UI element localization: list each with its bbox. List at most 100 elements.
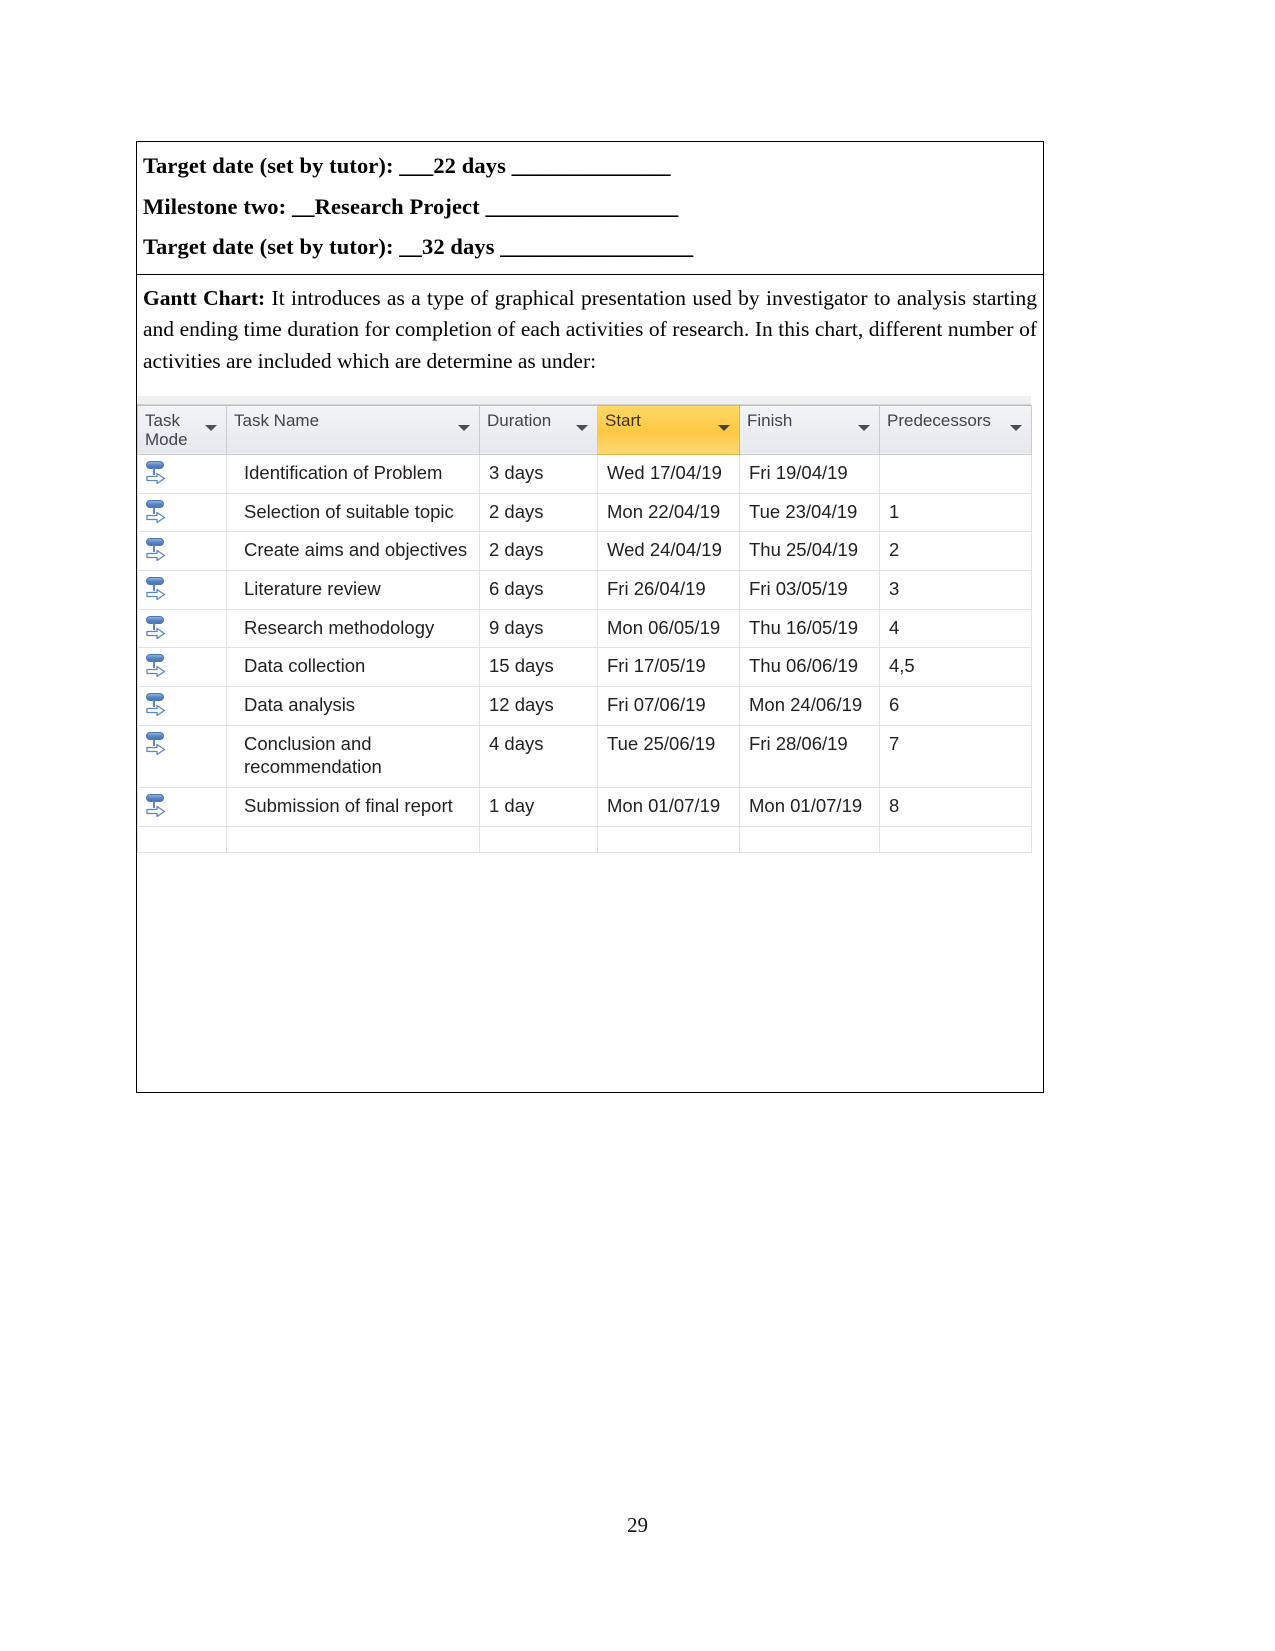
cell-finish[interactable]: Fri 28/06/19 xyxy=(739,725,880,789)
column-header-predecessors[interactable]: Predecessors xyxy=(879,404,1032,456)
table-row[interactable]: Research methodology 9 days Mon 06/05/19 Th… xyxy=(137,609,1032,649)
cell-task-name[interactable]: Literature review xyxy=(226,570,480,610)
cell-finish-text: Thu 25/04/19 xyxy=(749,539,859,561)
cell-task-mode[interactable] xyxy=(137,454,227,494)
cell-start[interactable]: Wed 24/04/19 xyxy=(597,531,740,572)
cell-finish[interactable]: Fri 19/04/19 xyxy=(739,454,880,494)
cell-task-name[interactable]: Identification of Problem xyxy=(226,454,480,494)
table-row[interactable]: Data analysis 12 days Fri 07/06/19 Mon 24/0… xyxy=(137,686,1032,726)
column-header-finish[interactable]: Finish xyxy=(739,404,880,456)
cell-task-mode[interactable] xyxy=(137,493,227,533)
cell-start[interactable]: Wed 17/04/19 xyxy=(597,454,740,494)
cell-task-name[interactable]: Data collection xyxy=(226,647,480,688)
cell-predecessors[interactable]: 2 xyxy=(879,531,1032,572)
cell-task-name-text: Selection of suitable topic xyxy=(244,500,454,522)
filter-dropdown-icon[interactable] xyxy=(1010,424,1022,431)
cell-empty[interactable] xyxy=(739,826,880,853)
cell-empty[interactable] xyxy=(879,826,1032,853)
cell-finish-text: Fri 19/04/19 xyxy=(749,462,848,483)
cell-predecessors[interactable]: 1 xyxy=(879,493,1032,533)
cell-finish[interactable]: Thu 25/04/19 xyxy=(739,531,880,572)
cell-predecessors-text: 8 xyxy=(889,795,900,817)
cell-start-text: Mon 22/04/19 xyxy=(607,500,721,522)
cell-finish-text: Thu 06/06/19 xyxy=(749,655,859,677)
cell-start[interactable]: Fri 17/05/19 xyxy=(597,647,740,688)
gantt-chart-description: Gantt Chart: It introduces as a type of … xyxy=(137,275,1043,382)
filter-dropdown-icon[interactable] xyxy=(205,424,217,431)
cell-finish[interactable]: Tue 23/04/19 xyxy=(739,493,880,533)
cell-predecessors[interactable]: 4 xyxy=(879,609,1032,649)
cell-predecessors[interactable]: 4,5 xyxy=(879,647,1032,688)
cell-duration[interactable]: 15 days xyxy=(479,647,598,688)
cell-start[interactable]: Mon 01/07/19 xyxy=(597,787,740,827)
cell-duration[interactable]: 4 days xyxy=(479,725,598,789)
cell-finish[interactable]: Thu 16/05/19 xyxy=(739,609,880,649)
column-header-duration[interactable]: Duration xyxy=(479,404,598,456)
cell-predecessors[interactable] xyxy=(879,454,1032,494)
cell-task-mode[interactable] xyxy=(137,609,227,649)
cell-duration[interactable]: 2 days xyxy=(479,531,598,572)
cell-task-name[interactable]: Create aims and objectives xyxy=(226,531,480,572)
table-row[interactable]: Conclusion and recommendation 4 days Tue 2… xyxy=(137,725,1032,789)
cell-duration[interactable]: 9 days xyxy=(479,609,598,649)
cell-task-mode[interactable] xyxy=(137,686,227,726)
cell-task-name-text: Data collection xyxy=(244,655,366,677)
filter-dropdown-icon[interactable] xyxy=(576,424,588,431)
cell-start[interactable]: Fri 07/06/19 xyxy=(597,686,740,726)
cell-finish-text: Mon 24/06/19 xyxy=(749,694,863,716)
filter-dropdown-icon[interactable] xyxy=(858,424,870,431)
cell-predecessors[interactable]: 7 xyxy=(879,725,1032,789)
cell-finish[interactable]: Mon 24/06/19 xyxy=(739,686,880,726)
cell-predecessors[interactable]: 8 xyxy=(879,787,1032,827)
cell-task-name[interactable]: Research methodology xyxy=(226,609,480,649)
table-row[interactable]: Identification of Problem 3 days Wed 17/04… xyxy=(137,454,1032,494)
column-header-task-mode[interactable]: Task Mode xyxy=(137,404,227,456)
cell-finish[interactable]: Mon 01/07/19 xyxy=(739,787,880,827)
cell-task-name[interactable]: Data analysis xyxy=(226,686,480,726)
cell-duration[interactable]: 12 days xyxy=(479,686,598,726)
filter-dropdown-icon[interactable] xyxy=(458,424,470,431)
column-header-start[interactable]: Start xyxy=(597,404,740,456)
cell-duration[interactable]: 6 days xyxy=(479,570,598,610)
cell-duration[interactable]: 2 days xyxy=(479,493,598,533)
cell-task-name[interactable]: Submission of final report xyxy=(226,787,480,827)
cell-task-mode[interactable] xyxy=(137,570,227,610)
cell-start[interactable]: Mon 06/05/19 xyxy=(597,609,740,649)
cell-start-text: Mon 01/07/19 xyxy=(607,795,721,817)
cell-predecessors[interactable]: 6 xyxy=(879,686,1032,726)
cell-empty[interactable] xyxy=(597,826,740,853)
table-empty-row[interactable] xyxy=(137,826,1032,853)
arrow-right-icon xyxy=(146,743,166,755)
cell-duration[interactable]: 3 days xyxy=(479,454,598,494)
cell-predecessors[interactable]: 3 xyxy=(879,570,1032,610)
cell-empty[interactable] xyxy=(479,826,598,853)
cell-predecessors-text: 4,5 xyxy=(889,655,915,677)
cell-start[interactable]: Tue 25/06/19 xyxy=(597,725,740,789)
table-header-row: Task Mode Task Name Duration Start Finis… xyxy=(137,404,1032,456)
cell-start[interactable]: Mon 22/04/19 xyxy=(597,493,740,533)
cell-predecessors-text: 7 xyxy=(889,732,900,754)
cell-task-name[interactable]: Selection of suitable topic xyxy=(226,493,480,533)
cell-finish[interactable]: Fri 03/05/19 xyxy=(739,570,880,610)
cell-task-mode[interactable] xyxy=(137,725,227,789)
cell-finish[interactable]: Thu 06/06/19 xyxy=(739,647,880,688)
filter-dropdown-icon[interactable] xyxy=(718,424,730,431)
table-row[interactable]: Literature review 6 days Fri 26/04/19 Fri 0… xyxy=(137,570,1032,610)
cell-duration-text: 3 days xyxy=(489,462,544,483)
cell-empty[interactable] xyxy=(137,826,227,853)
cell-empty[interactable] xyxy=(226,826,480,853)
column-header-task-name[interactable]: Task Name xyxy=(226,404,480,456)
cell-duration[interactable]: 1 day xyxy=(479,787,598,827)
cell-start-text: Tue 25/06/19 xyxy=(607,732,716,754)
cell-task-mode[interactable] xyxy=(137,787,227,827)
cell-start[interactable]: Fri 26/04/19 xyxy=(597,570,740,610)
cell-task-mode[interactable] xyxy=(137,647,227,688)
table-row[interactable]: Selection of suitable topic 2 days Mon 22/… xyxy=(137,493,1032,533)
table-row[interactable]: Submission of final report 1 day Mon 01/07… xyxy=(137,787,1032,827)
cell-task-mode[interactable] xyxy=(137,531,227,572)
auto-schedule-icon xyxy=(145,499,167,525)
cell-predecessors-text: 2 xyxy=(889,539,900,561)
table-row[interactable]: Data collection 15 days Fri 17/05/19 Thu 06… xyxy=(137,647,1032,688)
table-row[interactable]: Create aims and objectives 2 days Wed 24/0… xyxy=(137,531,1032,572)
cell-task-name[interactable]: Conclusion and recommendation xyxy=(226,725,480,789)
